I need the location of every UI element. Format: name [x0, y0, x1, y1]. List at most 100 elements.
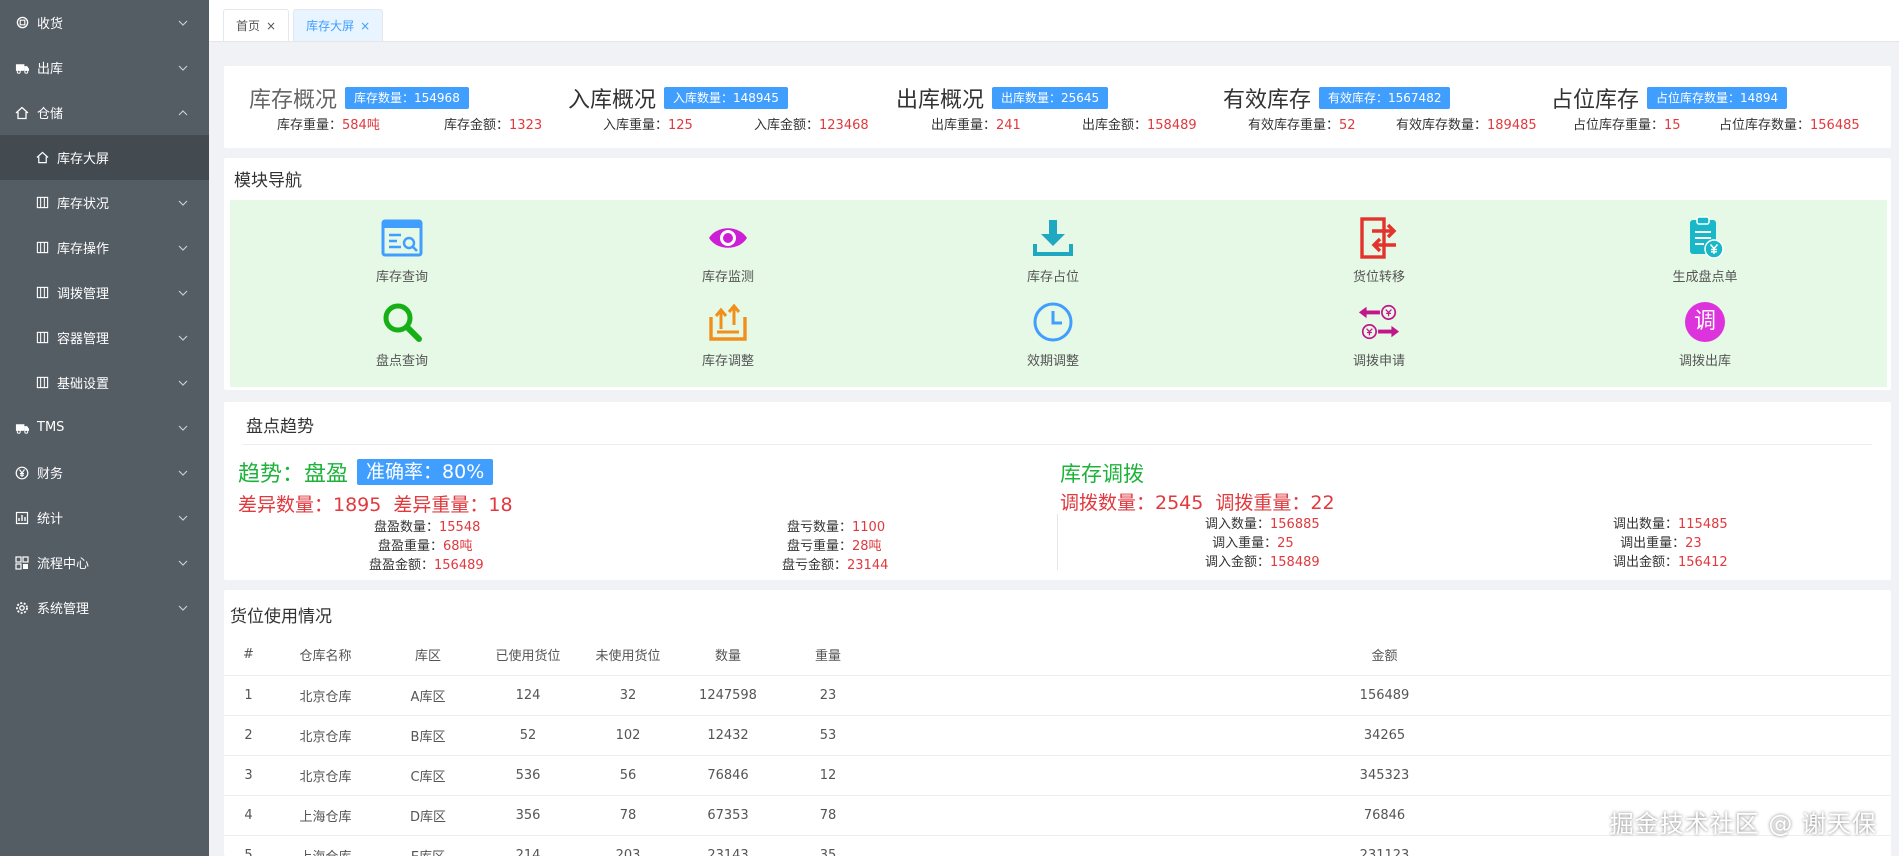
nav-transfer-request[interactable]: 调拨申请	[1309, 300, 1449, 369]
sidebar-item-inventory-screen[interactable]: 库存大屏	[0, 135, 209, 180]
loss-label: 盘亏重量：	[787, 539, 853, 554]
overview-title: 有效库存	[1223, 88, 1312, 113]
table-cell: 536	[478, 755, 578, 796]
tab-home[interactable]: 首页 ×	[223, 9, 290, 41]
upload-tray-icon	[706, 300, 750, 344]
profit-row: 盘盈数量：15548	[369, 518, 484, 537]
table-cell: D库区	[378, 795, 478, 836]
loss-list: 盘亏数量：1100 盘亏重量：28吨 盘亏金额：23144	[782, 518, 888, 575]
profit-value: 156489	[434, 558, 484, 573]
overview-row: 有效库存数量：189485	[1396, 114, 1537, 133]
profit-list: 盘盈数量：15548 盘盈重量：68吨 盘盈金额：156489	[369, 518, 484, 575]
nav-expiry-adjust[interactable]: 效期调整	[983, 300, 1123, 369]
table-row[interactable]: 2 北京仓库 B库区 52 102 12432 53 34265	[224, 715, 1891, 756]
tab-inventory-screen[interactable]: 库存大屏 ×	[293, 9, 384, 41]
loss-value: 1100	[852, 520, 886, 535]
column-header[interactable]: 已使用货位	[478, 635, 578, 676]
diao-badge-glyph: 调	[1685, 302, 1725, 342]
overview-badge: 占位库存数量：14894	[1647, 87, 1788, 109]
nav-inventory-occupy[interactable]: 库存占位	[983, 216, 1123, 285]
receive-icon	[14, 15, 30, 31]
sidebar-item-receive[interactable]: 收货	[0, 0, 209, 45]
nav-transfer-outbound[interactable]: 调 调拨出库	[1635, 300, 1775, 369]
overview-label: 占位库存重量：	[1573, 118, 1665, 133]
sidebar-item-basic-settings[interactable]: 基础设置	[0, 360, 209, 405]
close-icon[interactable]: ×	[266, 19, 276, 33]
sidebar-item-label: 系统管理	[37, 602, 90, 617]
magnifier-icon	[380, 300, 424, 344]
table-row[interactable]: 3 北京仓库 C库区 536 56 76846 12 345323	[224, 755, 1891, 796]
table-cell: 67353	[678, 795, 778, 836]
chevron-down-icon	[177, 332, 189, 344]
table-cell: 12	[778, 755, 878, 796]
column-header[interactable]: 仓库名称	[273, 635, 378, 676]
table-cell: A库区	[378, 675, 478, 716]
eye-icon	[706, 216, 750, 260]
chevron-down-icon	[177, 197, 189, 209]
grid-icon	[34, 195, 50, 211]
chevron-down-icon	[177, 467, 189, 479]
truck-icon	[14, 420, 30, 436]
transfer-in-label: 调入数量：	[1205, 517, 1271, 532]
overview-effective: 有效库存 有效库存：1567482 有效库存重量：52 有效库存数量：189485	[1223, 66, 1553, 148]
column-header[interactable]: 金额	[878, 635, 1891, 676]
overview-value: 125	[668, 118, 693, 133]
loss-label: 盘亏数量：	[787, 520, 853, 535]
sidebar-item-tms[interactable]: TMS	[0, 405, 209, 450]
sidebar-item-label: 出库	[37, 62, 64, 77]
sidebar-item-inventory-ops[interactable]: 库存操作	[0, 225, 209, 270]
nav-location-transfer[interactable]: 货位转移	[1309, 216, 1449, 285]
table-cell: 124	[478, 675, 578, 716]
table-row[interactable]: 1 北京仓库 A库区 124 32 1247598 23 156489	[224, 675, 1891, 716]
nav-label: 调拨出库	[1678, 354, 1731, 369]
close-icon[interactable]: ×	[360, 19, 370, 33]
overview-badge: 入库数量：148945	[664, 87, 788, 109]
nav-inventory-monitor[interactable]: 库存监测	[658, 216, 798, 285]
loss-row: 盘亏数量：1100	[782, 518, 888, 537]
transfer-out-value: 115485	[1678, 517, 1728, 532]
tab-label: 库存大屏	[306, 19, 355, 33]
overview-value: 241	[996, 118, 1021, 133]
nav-inventory-query[interactable]: 库存查询	[332, 216, 472, 285]
table-cell: 78	[778, 795, 878, 836]
nav-count-query[interactable]: 盘点查询	[332, 300, 472, 369]
sidebar-item-label: 统计	[37, 512, 64, 527]
column-header[interactable]: 库区	[378, 635, 478, 676]
overview-title: 库存概况	[249, 88, 338, 113]
column-header[interactable]: 数量	[678, 635, 778, 676]
truck-icon	[14, 60, 30, 76]
overview-row: 库存金额：1323	[444, 114, 542, 133]
table-cell: 12432	[678, 715, 778, 756]
chevron-down-icon	[177, 422, 189, 434]
sidebar-item-statistics[interactable]: 统计	[0, 495, 209, 540]
module-nav-title: 模块导航	[234, 171, 302, 191]
trend-label: 趋势：盘盈	[238, 462, 349, 487]
sidebar-item-transfer-mgmt[interactable]: 调拨管理	[0, 270, 209, 315]
table-cell: 1	[224, 675, 273, 716]
table-cell: 78	[578, 795, 678, 836]
nav-generate-count-sheet[interactable]: 生成盘点单	[1635, 216, 1775, 285]
table-cell: 32	[578, 675, 678, 716]
column-header[interactable]: 重量	[778, 635, 878, 676]
sidebar-item-container-mgmt[interactable]: 容器管理	[0, 315, 209, 360]
trend-title: 盘点趋势	[246, 417, 314, 437]
nav-inventory-adjust[interactable]: 库存调整	[658, 300, 798, 369]
column-header[interactable]: 未使用货位	[578, 635, 678, 676]
sidebar-item-finance[interactable]: 财务	[0, 450, 209, 495]
overview-row: 出库重量：241	[931, 114, 1021, 133]
sidebar-item-outbound[interactable]: 出库	[0, 45, 209, 90]
divider	[242, 444, 1872, 445]
grid-icon	[34, 285, 50, 301]
sidebar-item-system-mgmt[interactable]: 系统管理	[0, 585, 209, 630]
chevron-down-icon	[177, 287, 189, 299]
profit-value: 15548	[439, 520, 481, 535]
sidebar-item-inventory-status[interactable]: 库存状况	[0, 180, 209, 225]
sidebar-item-process-center[interactable]: 流程中心	[0, 540, 209, 585]
overview-title-row: 占位库存 占位库存数量：14894	[1551, 82, 1788, 114]
column-header[interactable]: #	[224, 635, 273, 676]
overview-badge: 出库数量：25645	[992, 87, 1109, 109]
table-cell: B库区	[378, 715, 478, 756]
table-cell: 35	[778, 835, 878, 856]
transfer-in-row: 调入数量：156885	[1205, 515, 1320, 534]
sidebar-item-storage[interactable]: 仓储	[0, 90, 209, 135]
